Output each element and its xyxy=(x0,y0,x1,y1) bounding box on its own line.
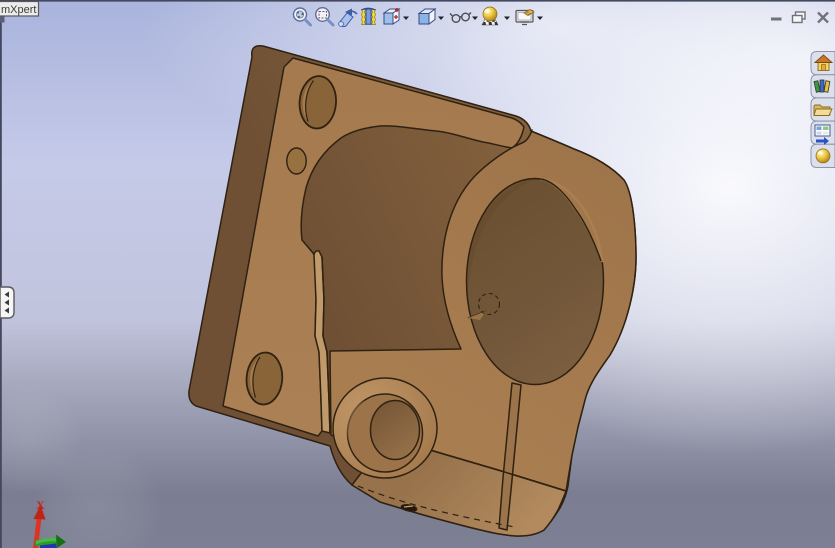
svg-text:mXpert: mXpert xyxy=(1,4,36,16)
svg-text:X: X xyxy=(36,498,45,512)
